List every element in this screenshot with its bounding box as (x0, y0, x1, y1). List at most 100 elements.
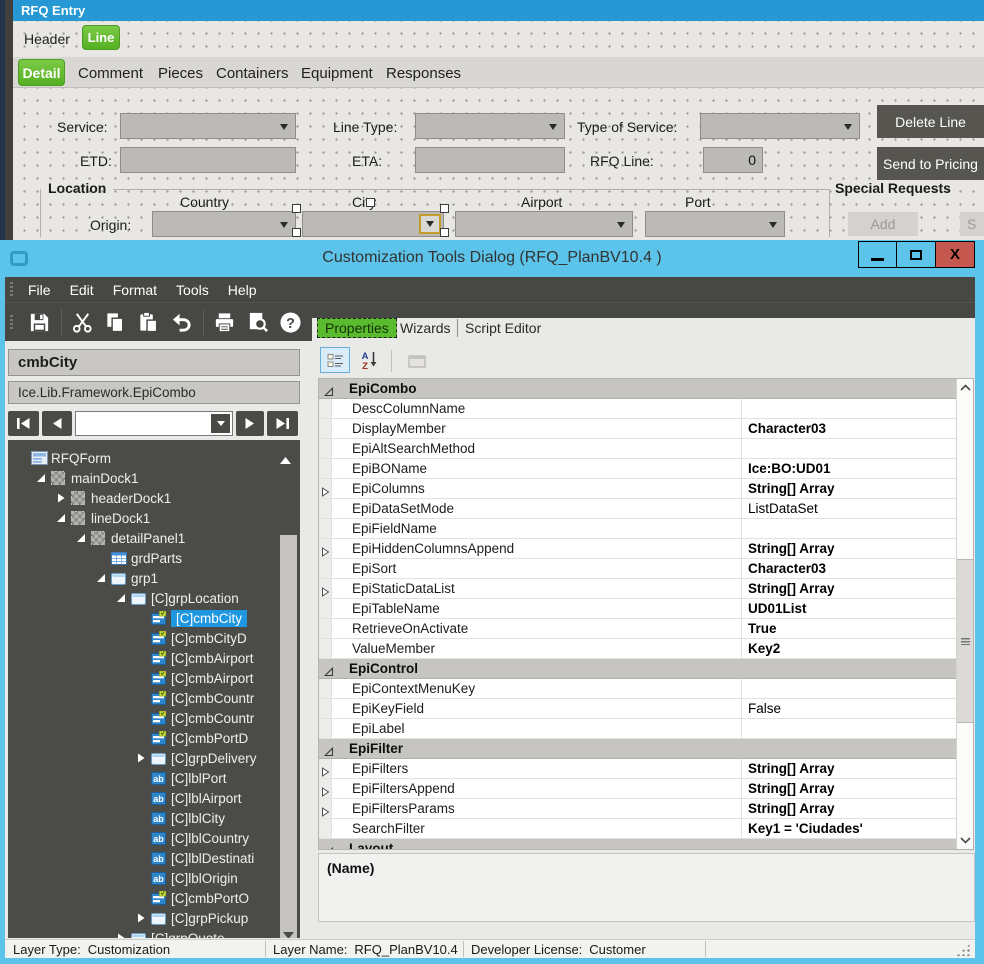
line-type-combo[interactable] (415, 113, 565, 139)
tree-item-grp1[interactable]: grp1 (8, 568, 158, 588)
nav-prev-button[interactable] (42, 411, 72, 436)
tree-item-linedock1[interactable]: lineDock1 (8, 508, 150, 528)
preview-button[interactable] (244, 309, 271, 336)
property-row-desccolumnname[interactable]: DescColumnName (319, 399, 956, 419)
property-expand-gutter[interactable] (319, 479, 332, 499)
minimize-button[interactable] (858, 241, 897, 268)
tree-item-headerdock1[interactable]: headerDock1 (8, 488, 171, 508)
cut-button[interactable] (69, 309, 96, 336)
tree-item-cgrppickup[interactable]: [C]grpPickup (8, 908, 248, 928)
type-of-service-combo[interactable] (700, 113, 860, 139)
tree-scroll-up-icon[interactable] (280, 451, 291, 469)
tab-wizards[interactable]: Wizards (400, 320, 451, 336)
property-row-episort[interactable]: EpiSort Character03 (319, 559, 956, 579)
tree-item-ccmbcountr[interactable]: [C]cmbCountr (8, 708, 254, 728)
eta-field[interactable] (415, 147, 565, 173)
help-button[interactable]: ? (277, 309, 304, 336)
nav-first-button[interactable] (8, 411, 39, 436)
tree-item-grdparts[interactable]: grdParts (8, 548, 182, 568)
partial-button[interactable]: S (960, 212, 984, 236)
toolbar-grip[interactable] (10, 314, 13, 330)
tree-expander-closed-icon[interactable] (136, 913, 151, 923)
categorized-button[interactable] (320, 347, 350, 373)
tree-item-ccmbporto[interactable]: [C]cmbPortO (8, 888, 249, 908)
service-combo[interactable] (120, 113, 296, 139)
property-value[interactable]: True (742, 619, 956, 639)
tab-line[interactable]: Line (82, 25, 120, 50)
undo-button[interactable] (168, 309, 195, 336)
property-value[interactable]: String[] Array (742, 579, 956, 599)
property-value[interactable] (742, 399, 956, 419)
property-row-displaymember[interactable]: DisplayMember Character03 (319, 419, 956, 439)
tab-script-editor[interactable]: Script Editor (465, 320, 541, 336)
property-value[interactable]: Ice:BO:UD01 (742, 459, 956, 479)
tab-containers[interactable]: Containers (216, 65, 289, 82)
menu-format[interactable]: Format (113, 282, 157, 298)
save-button[interactable] (26, 309, 53, 336)
property-value[interactable]: Character03 (742, 419, 956, 439)
property-row-epihiddencolumnsappend[interactable]: EpiHiddenColumnsAppend String[] Array (319, 539, 956, 559)
property-row-epidatasetmode[interactable]: EpiDataSetMode ListDataSet (319, 499, 956, 519)
property-grid-scrollbar[interactable] (956, 379, 973, 849)
selection-handle[interactable] (366, 198, 375, 207)
tree-item-cgrplocation[interactable]: [C]grpLocation (8, 588, 239, 608)
property-expand-gutter[interactable] (319, 759, 332, 779)
property-row-epilabel[interactable]: EpiLabel (319, 719, 956, 739)
scroll-down-icon[interactable] (957, 832, 973, 849)
tab-equipment[interactable]: Equipment (301, 65, 373, 82)
menu-file[interactable]: File (28, 282, 51, 298)
close-button[interactable]: X (935, 241, 975, 268)
property-expand-gutter[interactable] (319, 539, 332, 559)
tree-item-clblcountry[interactable]: ab [C]lblCountry (8, 828, 249, 848)
property-row-searchfilter[interactable]: SearchFilter Key1 = 'Ciudades' (319, 819, 956, 839)
tree-item-maindock1[interactable]: mainDock1 (8, 468, 139, 488)
menu-edit[interactable]: Edit (70, 282, 94, 298)
origin-city-combo-selected[interactable] (302, 211, 444, 237)
tree-item-clblport[interactable]: ab [C]lblPort (8, 768, 227, 788)
scroll-up-icon[interactable] (957, 379, 973, 396)
nav-next-button[interactable] (236, 411, 264, 436)
nav-last-button[interactable] (267, 411, 298, 436)
tree-expander-open-icon[interactable] (76, 533, 91, 543)
selection-handle[interactable] (292, 228, 301, 237)
property-row-epiboname[interactable]: EpiBOName Ice:BO:UD01 (319, 459, 956, 479)
tree-expander-open-icon[interactable] (116, 593, 131, 603)
property-row-epifilters[interactable]: EpiFilters String[] Array (319, 759, 956, 779)
copy-button[interactable] (102, 309, 129, 336)
property-expand-gutter[interactable] (319, 779, 332, 799)
selection-handle[interactable] (440, 228, 449, 237)
selected-control-name[interactable]: cmbCity (8, 349, 300, 376)
origin-port-combo[interactable] (645, 211, 785, 237)
property-value[interactable]: ListDataSet (742, 499, 956, 519)
tree-expander-closed-icon[interactable] (136, 753, 151, 763)
tab-header[interactable]: Header (24, 31, 70, 47)
record-combo-dropdown-button[interactable] (211, 414, 230, 433)
tree-scroll-down-icon[interactable] (283, 926, 294, 938)
tree-item-clblorigin[interactable]: ab [C]lblOrigin (8, 868, 238, 888)
tree-item-clblairport[interactable]: ab [C]lblAirport (8, 788, 242, 808)
origin-country-combo[interactable] (152, 211, 296, 237)
tree-item-ccmbcountr[interactable]: [C]cmbCountr (8, 688, 254, 708)
origin-airport-combo[interactable] (455, 211, 633, 237)
menubar-grip[interactable] (10, 282, 13, 297)
tree-item-ccmbportd[interactable]: [C]cmbPortD (8, 728, 248, 748)
paste-button[interactable] (135, 309, 162, 336)
property-expand-gutter[interactable] (319, 579, 332, 599)
delete-line-button[interactable]: Delete Line (877, 105, 984, 138)
city-combo-dropdown-button[interactable] (419, 214, 441, 234)
maximize-button[interactable] (896, 241, 936, 268)
tree-expander-closed-icon[interactable] (56, 493, 71, 503)
menu-tools[interactable]: Tools (176, 282, 209, 298)
selection-handle[interactable] (440, 204, 449, 213)
property-category-epifilter[interactable]: EpiFilter (319, 739, 956, 759)
tree-item-clbldestinati[interactable]: ab [C]lblDestinati (8, 848, 254, 868)
property-value[interactable] (742, 679, 956, 699)
property-row-epifiltersappend[interactable]: EpiFiltersAppend String[] Array (319, 779, 956, 799)
rfq-line-field[interactable]: 0 (703, 147, 763, 173)
tree-expander-closed-icon[interactable] (116, 933, 131, 938)
property-row-epistaticdatalist[interactable]: EpiStaticDataList String[] Array (319, 579, 956, 599)
tab-comment[interactable]: Comment (78, 65, 143, 82)
rfq-titlebar[interactable]: RFQ Entry (13, 0, 984, 21)
category-collapse-icon[interactable] (324, 844, 334, 849)
property-value[interactable]: String[] Array (742, 759, 956, 779)
